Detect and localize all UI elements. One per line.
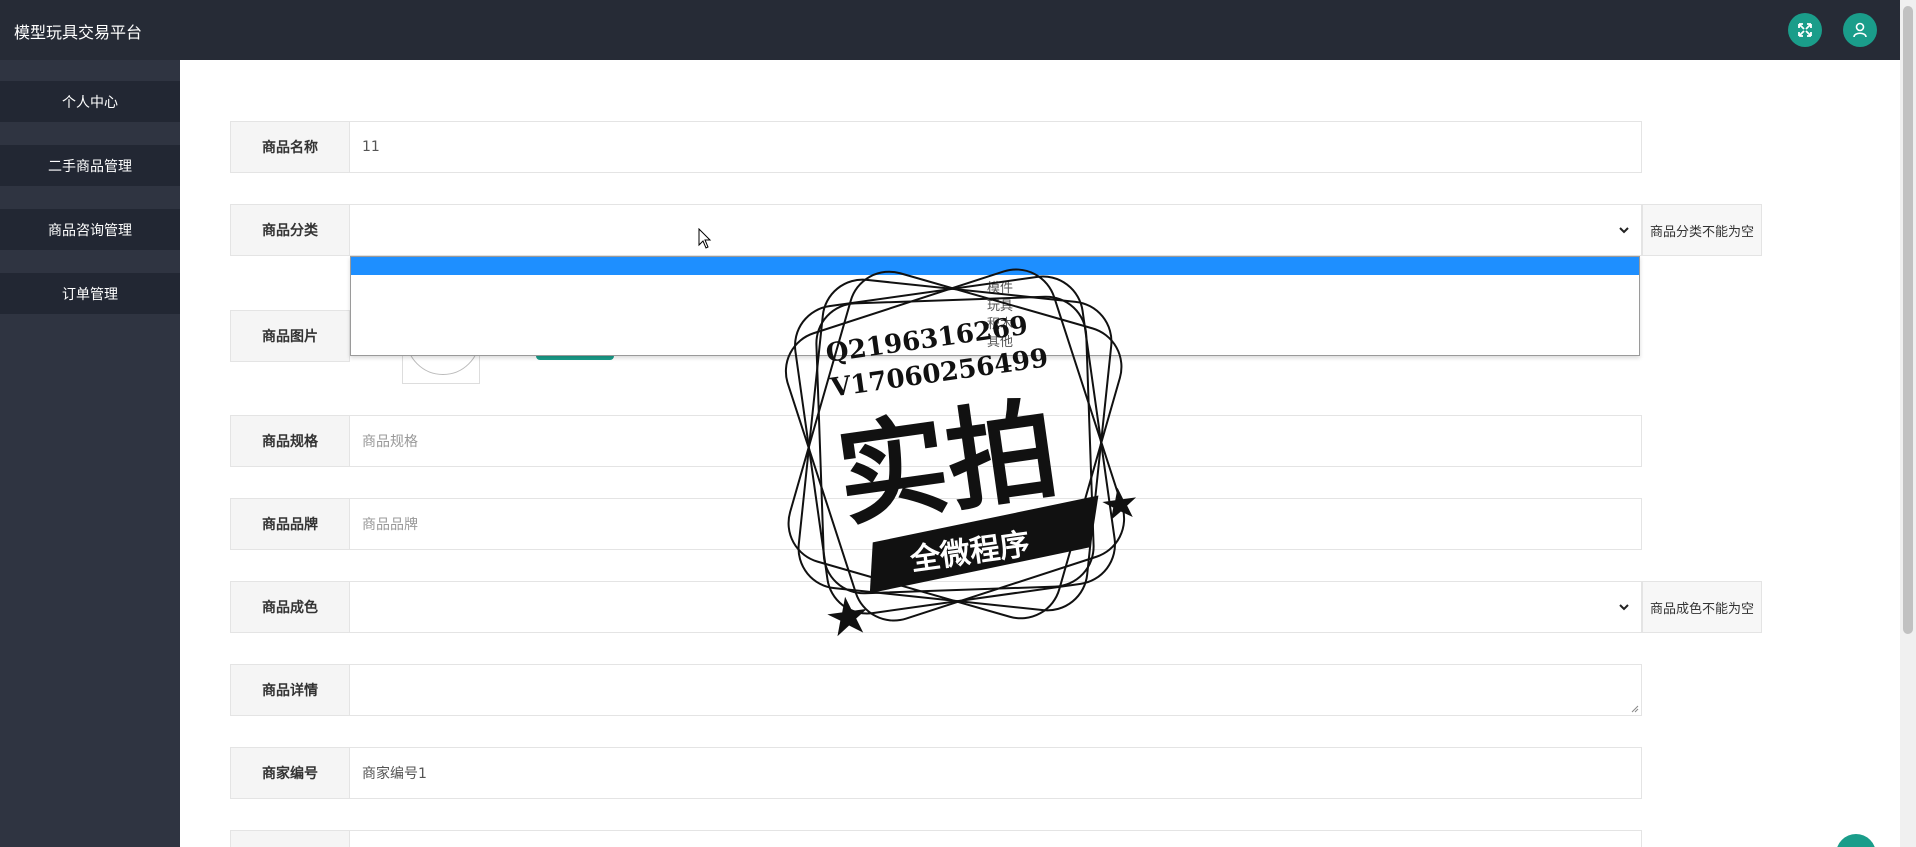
goods-category-label: 商品分类 <box>230 204 350 256</box>
user-button[interactable] <box>1843 13 1877 47</box>
sidebar-item-orders[interactable]: 订单管理 <box>0 273 180 314</box>
sidebar: 个人中心 二手商品管理 商品咨询管理 订单管理 <box>0 60 180 847</box>
goods-name-input[interactable]: 11 <box>350 121 1642 173</box>
row-merchant-id: 商家编号 商家编号1 <box>230 747 1642 799</box>
row-goods-name: 商品名称 11 <box>230 121 1642 173</box>
merchant-id-input[interactable]: 商家编号1 <box>350 747 1642 799</box>
sidebar-item-personal-center[interactable]: 个人中心 <box>0 81 180 122</box>
top-bar: 模型玩具交易平台 <box>0 0 1900 60</box>
app-title: 模型玩具交易平台 <box>14 23 143 42</box>
mouse-cursor-icon <box>698 228 712 249</box>
scrollbar-thumb[interactable] <box>1903 6 1913 634</box>
goods-spec-label: 商品规格 <box>230 415 350 467</box>
row-goods-details: 商品详情 <box>230 664 1642 716</box>
next-row-label <box>230 830 350 847</box>
goods-details-textarea[interactable] <box>350 664 1642 716</box>
goods-name-label: 商品名称 <box>230 121 350 173</box>
category-error: 商品分类不能为空 <box>1642 204 1762 256</box>
chevron-down-icon <box>1619 604 1629 611</box>
chevron-down-icon <box>1619 227 1629 234</box>
row-next-partial <box>230 830 1642 847</box>
fullscreen-icon <box>1798 23 1812 37</box>
goods-condition-label: 商品成色 <box>230 581 350 633</box>
user-icon <box>1853 22 1867 38</box>
condition-error: 商品成色不能为空 <box>1642 581 1762 633</box>
goods-brand-label: 商品品牌 <box>230 498 350 550</box>
goods-image-label: 商品图片 <box>230 310 350 362</box>
next-row-field[interactable] <box>350 830 1642 847</box>
merchant-id-label: 商家编号 <box>230 747 350 799</box>
goods-details-label: 商品详情 <box>230 664 350 716</box>
page-scrollbar[interactable] <box>1900 0 1916 847</box>
resize-handle-icon[interactable] <box>1629 703 1639 713</box>
watermark-stamp: Q2196316269 V17060256499 实拍 全微程序 <box>784 268 1137 637</box>
sidebar-item-goods-inquiry[interactable]: 商品咨询管理 <box>0 209 180 250</box>
fullscreen-button[interactable] <box>1788 13 1822 47</box>
sidebar-item-used-goods[interactable]: 二手商品管理 <box>0 145 180 186</box>
